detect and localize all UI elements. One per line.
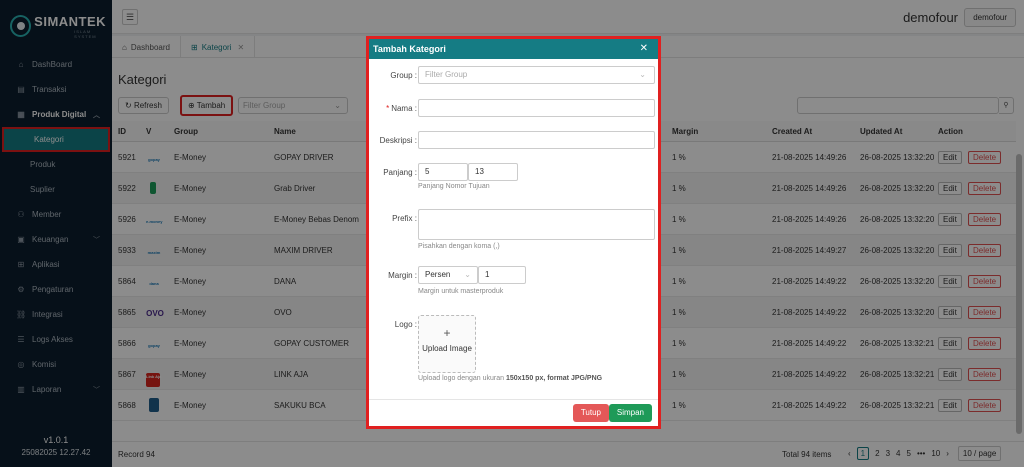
panjang-label: Panjang : (383, 168, 417, 177)
close-icon[interactable]: ✕ (640, 39, 648, 59)
save-button[interactable]: Simpan (608, 404, 652, 422)
add-category-modal: Tambah Kategori ✕ Group : Filter Group ⌄ … (366, 36, 661, 429)
upload-image-button[interactable]: + Upload Image (418, 315, 476, 373)
margin-label: Margin : (388, 271, 417, 280)
logo-label: Logo : (394, 320, 417, 329)
prefix-hint: Pisahkan dengan koma (,) (418, 243, 500, 250)
margin-type-select[interactable]: Persen ⌄ (418, 266, 478, 284)
required-mark: * (386, 104, 390, 113)
prefix-label: Prefix : (392, 214, 417, 223)
prefix-textarea[interactable] (418, 209, 655, 240)
chevron-down-icon: ⌄ (464, 270, 471, 279)
group-select[interactable]: Filter Group ⌄ (418, 66, 655, 84)
panjang-min-input[interactable]: 5 (418, 163, 468, 181)
deskripsi-input[interactable] (418, 131, 655, 149)
close-button[interactable]: Tutup (572, 404, 609, 422)
deskripsi-label: Deskripsi : (379, 136, 417, 145)
nama-label: * Nama : (386, 104, 417, 113)
margin-value-input[interactable]: 1 (478, 266, 526, 284)
panjang-max-input[interactable]: 13 (468, 163, 518, 181)
group-label: Group : (390, 71, 417, 80)
logo-hint: Upload logo dengan ukuran 150x150 px, fo… (418, 375, 603, 382)
plus-icon: + (443, 326, 451, 340)
chevron-down-icon: ⌄ (639, 70, 646, 79)
margin-hint: Margin untuk masterproduk (418, 288, 504, 295)
modal-header: Tambah Kategori ✕ (369, 39, 658, 59)
nama-input[interactable] (418, 99, 655, 117)
modal-footer: Tutup Simpan (369, 399, 658, 426)
modal-title: Tambah Kategori (373, 44, 446, 54)
panjang-hint: Panjang Nomor Tujuan (418, 183, 490, 190)
